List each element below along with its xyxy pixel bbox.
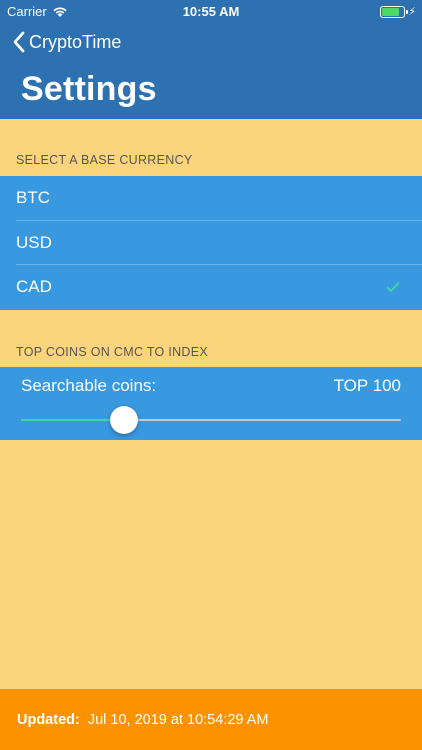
footer-bar: Updated: Jul 10, 2019 at 10:54:29 AM — [0, 689, 422, 750]
slider-track-fill — [21, 419, 124, 421]
settings-screen: Carrier 10:55 AM ⚡ CryptoTime Settings S… — [0, 0, 422, 750]
slider-thumb[interactable] — [109, 406, 138, 434]
status-bar: Carrier 10:55 AM ⚡ — [0, 0, 422, 24]
currency-section-header: SELECT A BASE CURRENCY — [16, 153, 193, 167]
coins-slider[interactable] — [21, 405, 401, 435]
status-time: 10:55 AM — [182, 4, 240, 19]
currency-label: BTC — [16, 188, 50, 208]
currency-label: USD — [16, 232, 52, 252]
updated-timestamp: Jul 10, 2019 at 10:54:29 AM — [87, 711, 269, 728]
back-button[interactable]: CryptoTime — [12, 30, 121, 54]
charging-bolt-icon: ⚡ — [408, 6, 416, 18]
page-title: Settings — [21, 70, 157, 108]
currency-row-usd[interactable]: USD — [0, 221, 422, 265]
currency-row-btc[interactable]: BTC — [0, 176, 422, 221]
currency-label: CAD — [16, 277, 52, 297]
coins-section-header: TOP COINS ON CMC TO INDEX — [16, 345, 209, 359]
battery-level-fill — [382, 7, 399, 16]
currency-list: BTC USD CAD — [0, 176, 422, 310]
searchable-coins-value: TOP 100 — [333, 376, 401, 395]
currency-row-cad[interactable]: CAD — [0, 265, 422, 310]
updated-label: Updated: — [17, 711, 80, 728]
searchable-coins-label: Searchable coins: — [21, 376, 157, 395]
chevron-left-icon — [13, 31, 25, 53]
coins-panel: Searchable coins: TOP 100 — [0, 367, 422, 440]
battery-icon — [380, 5, 409, 18]
battery-indicator: ⚡ — [380, 5, 416, 18]
back-button-label: CryptoTime — [29, 31, 122, 52]
checkmark-icon — [386, 282, 400, 293]
navigation-header: Carrier 10:55 AM ⚡ CryptoTime Settings — [0, 0, 422, 119]
